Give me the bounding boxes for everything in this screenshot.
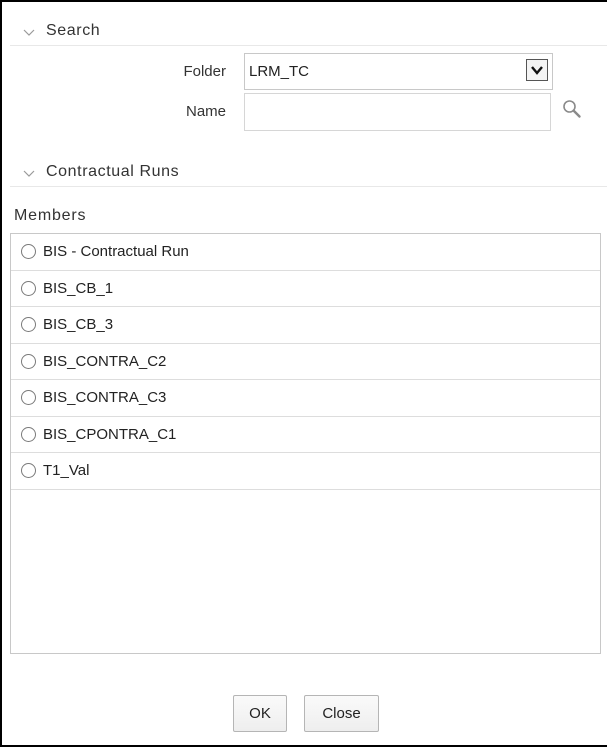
member-row[interactable]: BIS_CPONTRA_C1 <box>11 417 600 453</box>
radio-button[interactable] <box>21 244 36 260</box>
name-input[interactable] <box>244 93 551 131</box>
search-button[interactable] <box>557 96 587 126</box>
member-label: T1_Val <box>43 462 90 480</box>
member-row[interactable]: BIS_CB_1 <box>11 271 600 307</box>
ok-button[interactable]: OK <box>233 695 287 732</box>
contractual-runs-title: Contractual Runs <box>46 162 180 180</box>
members-list: BIS - Contractual Run BIS_CB_1 BIS_CB_3 … <box>10 233 601 654</box>
search-section-title: Search <box>46 21 101 39</box>
dropdown-arrow-icon[interactable] <box>526 59 548 81</box>
radio-button[interactable] <box>21 317 36 333</box>
radio-button[interactable] <box>21 426 36 442</box>
search-section-header[interactable]: Search <box>10 16 607 46</box>
radio-button[interactable] <box>21 280 36 296</box>
radio-button[interactable] <box>21 390 36 406</box>
member-row[interactable]: T1_Val <box>11 453 600 490</box>
name-label: Name <box>185 103 226 120</box>
member-label: BIS_CPONTRA_C1 <box>43 425 177 443</box>
radio-button[interactable] <box>21 463 36 479</box>
member-label: BIS_CB_3 <box>43 316 114 334</box>
member-selection-dialog: Search Folder LRM_TC Name Contractual Ru… <box>0 0 607 747</box>
member-row[interactable]: BIS_CONTRA_C3 <box>11 380 600 417</box>
magnifier-icon[interactable] <box>561 98 583 124</box>
member-row[interactable]: BIS_CB_3 <box>11 307 600 344</box>
close-button[interactable]: Close <box>304 695 379 732</box>
member-label: BIS_CONTRA_C2 <box>43 352 167 370</box>
member-label: BIS_CONTRA_C3 <box>43 389 167 407</box>
contractual-runs-section-header[interactable]: Contractual Runs <box>10 157 607 187</box>
radio-button[interactable] <box>21 353 36 369</box>
folder-label: Folder <box>183 63 226 80</box>
member-label: BIS - Contractual Run <box>43 243 189 261</box>
member-row[interactable]: BIS - Contractual Run <box>11 234 600 271</box>
chevron-down-icon[interactable] <box>22 24 40 38</box>
folder-select-value: LRM_TC <box>249 63 310 80</box>
chevron-down-icon[interactable] <box>22 165 40 179</box>
members-header: Members <box>14 206 87 224</box>
folder-select[interactable]: LRM_TC <box>244 53 553 90</box>
member-row[interactable]: BIS_CONTRA_C2 <box>11 344 600 380</box>
member-label: BIS_CB_1 <box>43 279 114 297</box>
